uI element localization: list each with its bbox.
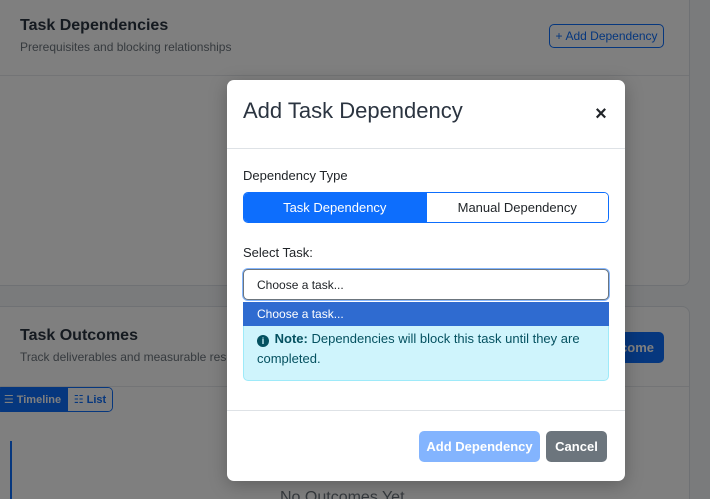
close-icon[interactable]: × (593, 104, 609, 124)
task-dependency-option[interactable]: Task Dependency (244, 193, 426, 222)
add-dependency-button[interactable]: Add Dependency (419, 431, 540, 462)
modal-title: Add Task Dependency (243, 98, 463, 123)
add-task-dependency-modal: Add Task Dependency × Dependency Type Ta… (227, 80, 625, 481)
cancel-button[interactable]: Cancel (546, 431, 607, 462)
modal-header: Add Task Dependency × (227, 80, 625, 149)
manual-dependency-option[interactable]: Manual Dependency (425, 193, 608, 222)
info-circle-icon: i (257, 335, 269, 347)
dependency-type-selector: Task Dependency Manual Dependency (243, 192, 609, 223)
task-select-value: Choose a task... (257, 277, 344, 292)
dropdown-option-label: Choose a task... (257, 307, 344, 321)
task-select[interactable]: Choose a task... (243, 269, 609, 300)
task-dropdown-option[interactable]: Choose a task... (243, 302, 609, 326)
modal-footer-divider (227, 410, 625, 411)
note-label: Note: (274, 331, 308, 346)
dependency-type-label: Dependency Type (243, 168, 348, 183)
select-task-label: Select Task: (243, 245, 313, 260)
